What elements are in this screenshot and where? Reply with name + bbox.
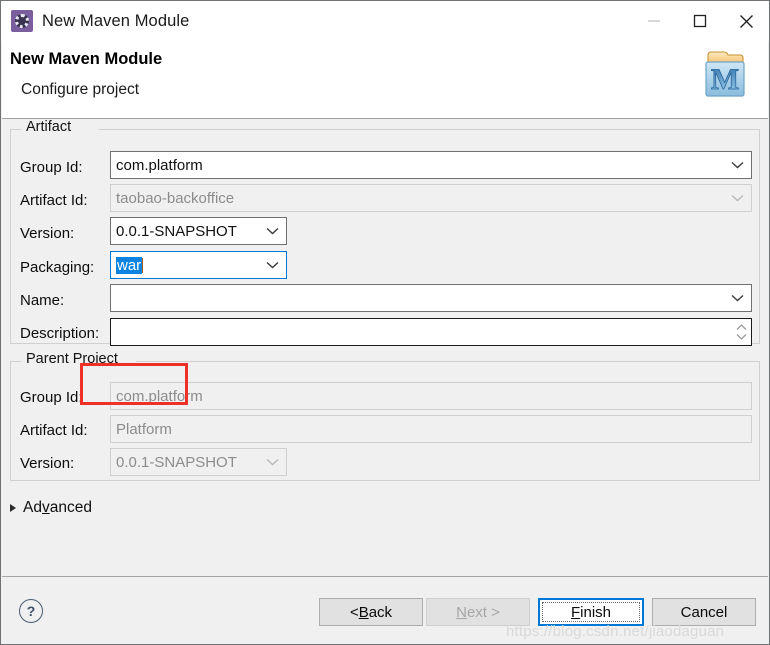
- back-button-mnemonic: B: [358, 603, 369, 621]
- back-button-pre: <: [349, 603, 359, 621]
- back-button[interactable]: < Back: [319, 598, 423, 626]
- parent-artifact-id-field[interactable]: Platform: [110, 415, 752, 443]
- next-button-mnemonic: N: [456, 603, 467, 621]
- finish-button[interactable]: Finish: [538, 598, 644, 626]
- advanced-label-pre: Ad: [23, 499, 42, 516]
- maven-folder-m-icon: M: [705, 51, 745, 97]
- artifact-artifact-id-value: taobao-backoffice: [116, 189, 235, 207]
- artifact-packaging-value: war: [116, 256, 143, 274]
- new-maven-module-dialog: New Maven Module New Maven Module Config…: [0, 0, 770, 645]
- svg-text:M: M: [711, 63, 739, 96]
- chevron-down-icon: [731, 294, 744, 302]
- parent-group-id-field[interactable]: com.platform: [110, 382, 752, 410]
- back-button-post: ack: [368, 603, 393, 621]
- chevron-right-icon: [10, 504, 16, 512]
- finish-button-mnemonic: F: [570, 603, 581, 621]
- artifact-packaging-combo[interactable]: war: [110, 251, 287, 279]
- dialog-body: Artifact Group Id: com.platform Artifact…: [2, 119, 768, 576]
- scroll-arrows-icon[interactable]: [733, 321, 749, 343]
- parent-project-group-legend: Parent Project: [23, 351, 121, 367]
- title-bar: New Maven Module: [1, 1, 769, 41]
- finish-button-post: inish: [580, 603, 612, 621]
- artifact-version-combo[interactable]: 0.0.1-SNAPSHOT: [110, 217, 287, 245]
- maximize-icon[interactable]: [677, 1, 723, 41]
- parent-version-value: 0.0.1-SNAPSHOT: [116, 453, 237, 471]
- artifact-name-combo[interactable]: [110, 284, 752, 312]
- advanced-expander[interactable]: Advanced: [10, 499, 92, 517]
- advanced-label-mnemonic: v: [41, 499, 50, 516]
- artifact-description-textarea[interactable]: [110, 318, 752, 346]
- artifact-artifact-id-combo[interactable]: taobao-backoffice: [110, 184, 752, 212]
- chevron-down-icon: [266, 458, 279, 466]
- parent-version-combo[interactable]: 0.0.1-SNAPSHOT: [110, 448, 287, 476]
- maven-wizard-icon: [11, 10, 33, 32]
- parent-artifact-id-value: Platform: [116, 420, 172, 438]
- artifact-group-legend: Artifact: [23, 119, 75, 135]
- artifact-packaging-label: Packaging:: [20, 259, 95, 276]
- artifact-version-label: Version:: [20, 225, 75, 242]
- artifact-group-id-combo[interactable]: com.platform: [110, 151, 752, 179]
- cancel-button-label: Cancel: [680, 603, 728, 621]
- parent-group-id-label: Group Id:: [20, 389, 83, 406]
- advanced-label: Advanced: [23, 499, 92, 517]
- artifact-artifact-id-label: Artifact Id:: [20, 192, 88, 209]
- cancel-button[interactable]: Cancel: [652, 598, 756, 626]
- wizard-banner: New Maven Module Configure project M: [2, 41, 768, 119]
- close-icon[interactable]: [723, 1, 769, 41]
- parent-artifact-id-label: Artifact Id:: [20, 422, 88, 439]
- chevron-down-icon: [266, 227, 279, 235]
- artifact-version-value: 0.0.1-SNAPSHOT: [116, 222, 237, 240]
- parent-version-label: Version:: [20, 455, 75, 472]
- parent-group-id-value: com.platform: [116, 387, 203, 405]
- artifact-name-label: Name:: [20, 292, 65, 309]
- artifact-group-id-label: Group Id:: [20, 159, 83, 176]
- advanced-label-post: anced: [49, 499, 92, 516]
- dialog-footer: ? < Back Next > Finish Cancel: [2, 576, 768, 644]
- window-controls: [631, 1, 769, 41]
- help-icon[interactable]: ?: [19, 599, 43, 623]
- page-subtitle: Configure project: [21, 81, 140, 98]
- window-title: New Maven Module: [42, 11, 190, 30]
- chevron-down-icon: [731, 161, 744, 169]
- chevron-down-icon: [266, 261, 279, 269]
- next-button[interactable]: Next >: [426, 598, 530, 626]
- minimize-icon[interactable]: [631, 1, 677, 41]
- artifact-description-label: Description:: [20, 325, 100, 342]
- chevron-down-icon: [731, 194, 744, 202]
- page-title: New Maven Module: [10, 50, 163, 68]
- next-button-post: ext >: [466, 603, 500, 621]
- artifact-group-id-value: com.platform: [116, 156, 203, 174]
